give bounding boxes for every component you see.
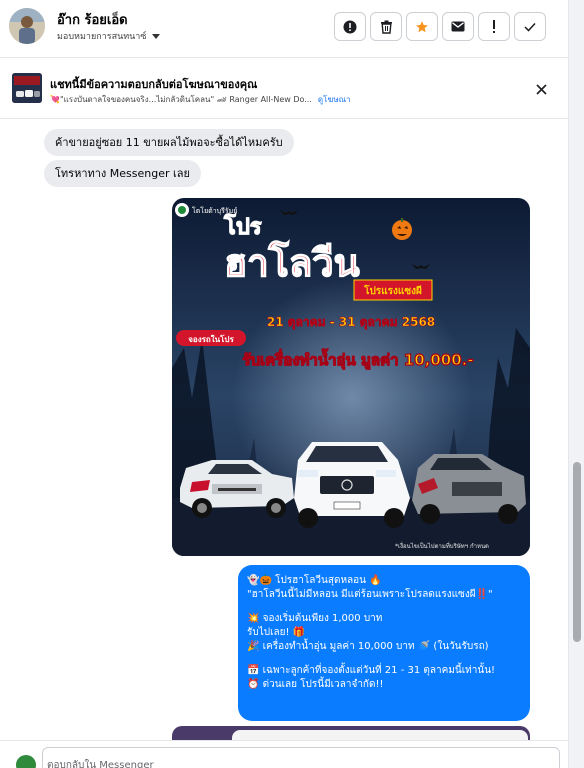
- conversation-header: อ๊าก ร้อยเอ็ด มอบหมายการสนทนาซ์: [0, 0, 568, 58]
- outgoing-message: 👻🎃 โปรฮาโลวีนสุดหลอน 🔥 "ฮาโลวีนนี้ไม่มีห…: [238, 565, 530, 721]
- message-line: "ฮาโลวีนนี้ไม่มีหลอน มีแต่ร้อนเพราะโปรลด…: [247, 589, 493, 600]
- ad-text: 💘"แรงบันดาลใจของคนจริง...ไม่กลัวดินโคลน"…: [50, 95, 312, 104]
- reply-input[interactable]: ตอบกลับใน Messenger: [42, 747, 560, 768]
- close-banner-button[interactable]: [532, 80, 550, 98]
- poster-brand: โตโยต้าบุรีรัมย์: [192, 206, 237, 215]
- message-line-spacer: [247, 654, 521, 664]
- assign-label: มอบหมายการสนทนาซ์: [57, 32, 147, 42]
- delete-button[interactable]: [370, 12, 402, 41]
- poster-headline-2: ฮาโลวีน: [224, 240, 360, 285]
- message-line: 👻🎃 โปรฮาโลวีนสุดหลอน 🔥: [247, 575, 382, 586]
- scrollbar-thumb[interactable]: [573, 462, 581, 642]
- flag-button[interactable]: [478, 12, 510, 41]
- message-line: 🎉 เครื่องทำน้ำอุ่น มูลค่า 10,000 บาท 🚿 (…: [247, 641, 489, 652]
- ad-reply-subtitle: 💘"แรงบันดาลใจของคนจริง...ไม่กลัวดินโคลน"…: [50, 93, 351, 106]
- checkmark-icon: [524, 22, 536, 32]
- incoming-message: ค้าขายอยู่ซอย 11 ขายผลไม้พอจะซื้อได้ไหมค…: [44, 129, 294, 156]
- next-attachment-card: [232, 730, 528, 740]
- poster-tagline: โปรแรงแซงผี: [363, 284, 422, 297]
- assign-conversation-dropdown[interactable]: มอบหมายการสนทนาซ์: [57, 29, 161, 43]
- exclamation-icon: [493, 19, 495, 33]
- envelope-icon: [451, 21, 465, 32]
- poster-badge: จองรถในโปร: [188, 334, 234, 344]
- reply-placeholder: ตอบกลับใน Messenger: [47, 760, 154, 768]
- incoming-message: โทรหาทาง Messenger เลย: [44, 160, 201, 187]
- ad-reply-title: แชทนี้มีข้อความตอบกลับต่อโฆษณาของคุณ: [50, 78, 258, 91]
- contact-name[interactable]: อ๊าก ร้อยเอ็ด: [57, 9, 128, 30]
- messenger-page: อ๊าก ร้อยเอ็ด มอบหมายการสนทนาซ์ แชทนี้มี…: [0, 0, 584, 768]
- star-icon: [416, 20, 428, 32]
- message-line: 📅 เฉพาะลูกค้าที่จองตั้งแต่วันที่ 21 - 31…: [247, 665, 496, 676]
- message-line: รับไปเลย! 🎁: [247, 627, 306, 638]
- promo-poster-image[interactable]: โตโยต้าบุรีรัมย์ โปร ฮาโลวีน โปรแรงแซงผี…: [172, 198, 530, 556]
- mark-done-button[interactable]: [514, 12, 546, 41]
- page-avatar: [16, 755, 36, 768]
- spam-report-button[interactable]: [334, 12, 366, 41]
- mark-unread-button[interactable]: [442, 12, 474, 41]
- poster-headline-1: โปร: [223, 213, 262, 240]
- message-line-spacer: [247, 602, 521, 612]
- star-button[interactable]: [406, 12, 438, 41]
- message-line: 💥 จองเริ่มต้นเพียง 1,000 บาท: [247, 613, 383, 624]
- poster-footnote: *เงื่อนไขเป็นไปตามที่บริษัทฯ กำหนด: [395, 541, 489, 550]
- close-icon: [535, 83, 547, 95]
- scrollbar[interactable]: [568, 0, 584, 768]
- trash-icon: [380, 20, 392, 34]
- truck-white-center: [294, 442, 410, 528]
- poster-offer: รับเครื่องทำน้ำอุ่น มูลค่า 10,000.-: [242, 348, 473, 370]
- avatar[interactable]: [9, 8, 45, 44]
- ad-thumbnail[interactable]: [12, 73, 42, 103]
- view-ad-link[interactable]: ดูโฆษณา: [318, 93, 351, 106]
- poster-dates: 21 ตุลาคม - 31 ตุลาคม 2568: [267, 315, 435, 330]
- next-attachment-preview[interactable]: [172, 726, 530, 740]
- message-line: ⏰ ด่วนเลย โปรนี้มีเวลาจำกัด!!: [247, 679, 384, 690]
- alert-circle-icon: [343, 20, 357, 33]
- chevron-down-icon: [152, 33, 161, 39]
